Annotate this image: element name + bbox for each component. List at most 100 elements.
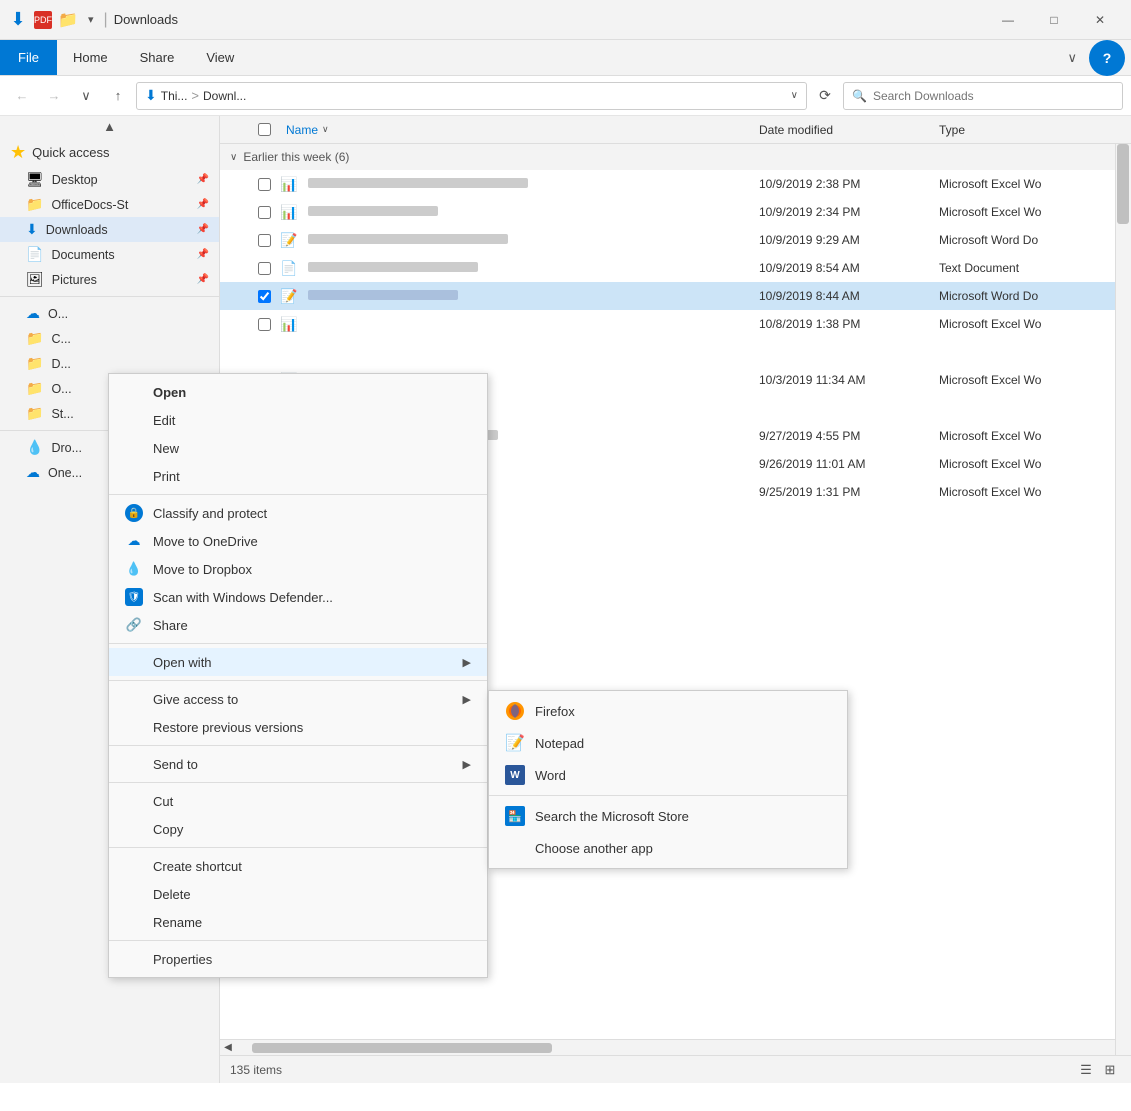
submenu-notepad[interactable]: 📝 Notepad xyxy=(489,727,847,759)
quick-access-section[interactable]: ★ Quick access xyxy=(0,136,219,167)
ctx-cut[interactable]: Cut xyxy=(109,787,487,815)
h-scrollbar-thumb[interactable] xyxy=(252,1043,552,1053)
download-arrow-icon: ⬇ xyxy=(8,10,28,30)
ctx-properties[interactable]: Properties xyxy=(109,945,487,973)
ctx-open-with[interactable]: Open with ▶ xyxy=(109,648,487,676)
word-file-icon: 📝 xyxy=(278,232,300,249)
col-header-name[interactable]: Name ∨ xyxy=(278,123,751,137)
title-separator: | xyxy=(104,11,108,29)
row-checkbox-2[interactable] xyxy=(250,206,278,219)
ctx-rename[interactable]: Rename xyxy=(109,908,487,936)
ctx-restore[interactable]: Restore previous versions xyxy=(109,713,487,741)
breadcrumb-separator: > xyxy=(191,88,199,103)
ctx-send-to[interactable]: Send to ▶ xyxy=(109,750,487,778)
h-scroll-left-btn[interactable]: ◀ xyxy=(220,1040,236,1056)
bottom-bar: 135 items ☰ ⊞ xyxy=(220,1055,1131,1083)
table-row[interactable]: 📝 10/9/2019 9:29 AM Microsoft Word Do xyxy=(220,226,1131,254)
sidebar-officedocs-pin-icon: 📌 xyxy=(197,199,209,210)
submenu-word[interactable]: W Word xyxy=(489,759,847,791)
back-button[interactable]: ← xyxy=(8,82,36,110)
forward-button[interactable]: → xyxy=(40,82,68,110)
ctx-create-shortcut[interactable]: Create shortcut xyxy=(109,852,487,880)
sidebar-scroll-up[interactable]: ▲ xyxy=(0,116,219,136)
row-checkbox-4[interactable] xyxy=(250,262,278,275)
menu-file[interactable]: File xyxy=(0,40,57,75)
file-date-10: 9/25/2019 1:31 PM xyxy=(751,485,931,499)
sidebar-item-desktop[interactable]: 🖥 Desktop 📌 xyxy=(0,167,219,192)
breadcrumb-chevron-icon[interactable]: ∨ xyxy=(791,90,798,101)
submenu-store[interactable]: 🏪 Search the Microsoft Store xyxy=(489,800,847,832)
search-input[interactable] xyxy=(873,89,1114,103)
up-button[interactable]: ↑ xyxy=(104,82,132,110)
sidebar-item-officedocs[interactable]: 📁 OfficeDocs-St 📌 xyxy=(0,192,219,217)
col-header-date[interactable]: Date modified xyxy=(751,123,931,137)
horizontal-scrollbar[interactable]: ◀ ▶ xyxy=(220,1039,1131,1055)
close-button[interactable]: ✕ xyxy=(1077,0,1123,40)
breadcrumb[interactable]: ⬇ Thi... > Downl... ∨ xyxy=(136,82,807,110)
table-row[interactable] xyxy=(220,338,1131,366)
table-row[interactable]: 📊 10/9/2019 2:38 PM Microsoft Excel Wo xyxy=(220,170,1131,198)
ctx-onedrive[interactable]: ☁ Move to OneDrive xyxy=(109,527,487,555)
file-group-header[interactable]: ∨ Earlier this week (6) xyxy=(220,144,1131,170)
header-checkbox[interactable] xyxy=(250,123,278,136)
row-checkbox-5[interactable] xyxy=(250,290,278,303)
submenu-firefox[interactable]: Firefox xyxy=(489,695,847,727)
refresh-button[interactable]: ⟳ xyxy=(811,82,839,110)
menu-expand-chevron[interactable]: ∨ xyxy=(1055,40,1089,75)
table-row[interactable]: 📄 10/9/2019 8:54 AM Text Document xyxy=(220,254,1131,282)
menu-share[interactable]: Share xyxy=(124,40,191,75)
ctx-new[interactable]: New xyxy=(109,434,487,462)
ctx-print[interactable]: Print xyxy=(109,462,487,490)
table-row[interactable]: 📊 10/8/2019 1:38 PM Microsoft Excel Wo xyxy=(220,310,1131,338)
ctx-copy[interactable]: Copy xyxy=(109,815,487,843)
sidebar-item-documents-label: Documents xyxy=(51,248,188,262)
vertical-scrollbar-thumb[interactable] xyxy=(1117,144,1129,224)
minimize-button[interactable]: — xyxy=(985,0,1031,40)
row-checkbox-6[interactable] xyxy=(250,318,278,331)
menu-view[interactable]: View xyxy=(190,40,250,75)
sidebar-item-documents[interactable]: 📄 Documents 📌 xyxy=(0,242,219,267)
menu-home[interactable]: Home xyxy=(57,40,124,75)
ctx-share[interactable]: 🔗 Share xyxy=(109,611,487,639)
ctx-delete[interactable]: Delete xyxy=(109,880,487,908)
breadcrumb-downloads: Downl... xyxy=(203,89,246,103)
vertical-scrollbar[interactable] xyxy=(1115,144,1131,1055)
officedocs-folder-icon: 📁 xyxy=(26,196,43,213)
c-folder-icon: 📁 xyxy=(26,330,43,347)
ctx-classify[interactable]: 🔒 Classify and protect xyxy=(109,499,487,527)
ctx-new-label: New xyxy=(153,441,471,456)
context-menu: Open Edit New Print 🔒 Classify and prote… xyxy=(108,373,488,978)
submenu-choose-app[interactable]: Choose another app xyxy=(489,832,847,864)
maximize-button[interactable]: □ xyxy=(1031,0,1077,40)
ctx-open[interactable]: Open xyxy=(109,378,487,406)
row-checkbox-3[interactable] xyxy=(250,234,278,247)
sidebar-item-onedrive1[interactable]: ☁ O... xyxy=(0,301,219,326)
large-icons-view-button[interactable]: ⊞ xyxy=(1099,1059,1121,1081)
file-type-6: Microsoft Excel Wo xyxy=(931,317,1131,331)
sidebar-item-c[interactable]: 📁 C... xyxy=(0,326,219,351)
excel-file-icon: 📊 xyxy=(278,176,300,193)
search-bar[interactable]: 🔍 xyxy=(843,82,1123,110)
o2-folder-icon: 📁 xyxy=(26,380,43,397)
table-row[interactable]: 📝 10/9/2019 8:44 AM Microsoft Word Do xyxy=(220,282,1131,310)
title-bar: ⬇ PDF 📁 ▾ | Downloads — □ ✕ xyxy=(0,0,1131,40)
table-row[interactable]: 📊 10/9/2019 2:34 PM Microsoft Excel Wo xyxy=(220,198,1131,226)
details-view-button[interactable]: ☰ xyxy=(1075,1059,1097,1081)
recent-locations-button[interactable]: ∨ xyxy=(72,82,100,110)
ctx-defender[interactable]: 🛡 Scan with Windows Defender... xyxy=(109,583,487,611)
select-all-checkbox[interactable] xyxy=(258,123,271,136)
quick-access-toolbar-btn[interactable]: ▾ xyxy=(84,11,98,28)
h-scrollbar-track[interactable] xyxy=(252,1042,1099,1054)
ctx-edit[interactable]: Edit xyxy=(109,406,487,434)
row-checkbox-1[interactable] xyxy=(250,178,278,191)
help-button[interactable]: ? xyxy=(1089,40,1125,76)
ctx-divider-7 xyxy=(109,940,487,941)
ctx-give-access[interactable]: Give access to ▶ xyxy=(109,685,487,713)
ctx-dropbox[interactable]: 💧 Move to Dropbox xyxy=(109,555,487,583)
breadcrumb-this: Thi... xyxy=(161,89,188,103)
folder-icon: 📁 xyxy=(58,10,78,30)
sidebar-item-pictures[interactable]: 🖼 Pictures 📌 xyxy=(0,267,219,292)
ctx-share-icon: 🔗 xyxy=(125,616,143,634)
sidebar-item-downloads[interactable]: ⬇ Downloads 📌 xyxy=(0,217,219,242)
ctx-edit-icon xyxy=(125,411,143,429)
